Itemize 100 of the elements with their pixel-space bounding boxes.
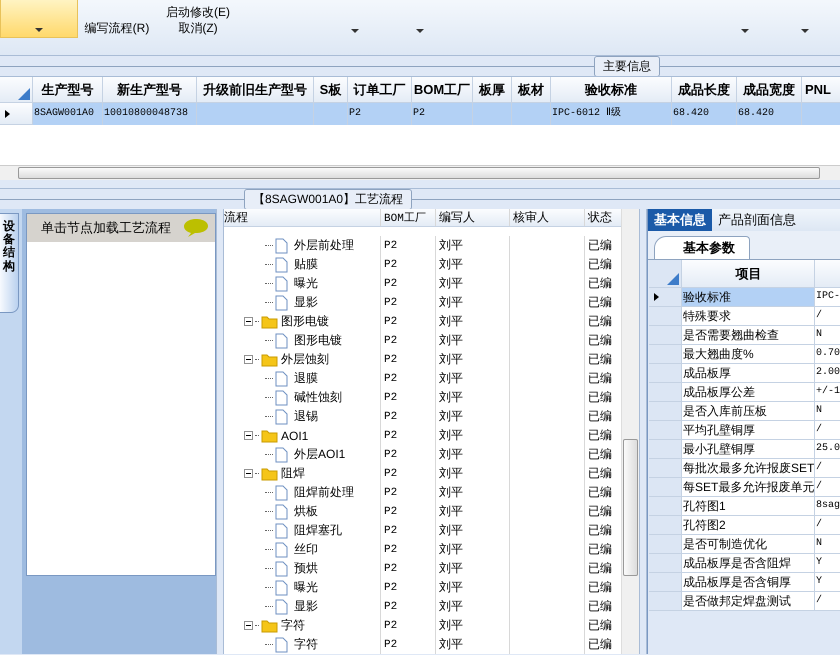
column-header[interactable]: 编写人 [436,209,510,226]
tree-node[interactable]: 图形电镀 [294,332,342,349]
tree-node[interactable]: 曝光 [294,275,318,292]
toolbar-button[interactable]: 启动修改(E) 取消(Z) [156,0,240,38]
document-icon [275,598,288,614]
table-cell: 68.420 [738,108,774,119]
table-cell: 刘平 [439,598,463,615]
tree-node[interactable]: 显影 [294,598,318,615]
vertical-scrollbar[interactable] [621,209,639,654]
toolbar-button[interactable]: 编写流程(R) [78,0,156,38]
table-cell: 已编 [588,275,612,292]
tree-node[interactable]: 外层前处理 [294,237,354,254]
tree-node[interactable]: AOI1 [281,428,308,442]
table-cell: 刘平 [439,617,463,634]
table-cell: 孔符图1 [683,499,726,513]
table-cell: 成品板厚 [683,366,731,380]
column-header[interactable]: BOM工厂 [412,77,473,103]
table-cell: 已编 [588,598,612,615]
side-tab[interactable]: 设备结构 [0,213,19,313]
document-icon [275,294,288,310]
table-cell: P2 [384,524,398,536]
tree-node[interactable]: 退膜 [294,370,318,387]
horizontal-scrollbar[interactable] [0,165,840,180]
tab[interactable]: 基本信息 [648,209,712,231]
tab[interactable]: 产品剖面信息 [712,209,802,231]
table-row[interactable]: 8SAGW001A0 10010800048738 P2 P2 IPC-6012 Ⅱ级 68.420 68.420 [0,103,840,125]
tree-node[interactable]: 字符 [294,636,318,653]
tab[interactable]: 基本参数 [654,236,750,259]
speech-bubble-icon [183,218,209,238]
column-header[interactable]: 板材 [512,77,551,103]
tree-node[interactable]: 丝印 [294,541,318,558]
table-cell: P2 [384,562,398,574]
column-header[interactable]: 成品宽度 [737,77,802,103]
tree-node[interactable]: 退锡 [294,408,318,425]
table-cell: P2 [384,430,398,442]
collapse-toggle[interactable] [244,355,253,364]
column-header[interactable]: 成品长度 [672,77,737,103]
column-header[interactable]: 新生产型号 [103,77,197,103]
collapse-toggle[interactable] [244,431,253,440]
column-header[interactable]: 验收标准 [551,77,672,103]
table-cell: 已编 [588,560,612,577]
table-cell: P2 [384,582,398,594]
column-header[interactable]: 板厚 [473,77,512,103]
tree-node[interactable]: 字符 [281,617,305,634]
column-header[interactable]: PNL [802,77,840,103]
table-cell: +/-1 [816,386,840,397]
tree-node[interactable]: 烘板 [294,503,318,520]
table-cell: 已编 [588,294,612,311]
table-cell: 最小孔壁铜厚 [683,442,755,456]
table-cell: P2 [384,372,398,384]
column-header[interactable]: 状态 [585,209,621,226]
column-header[interactable]: S板 [314,77,348,103]
tree-node[interactable]: 阻焊塞孔 [294,522,342,539]
tree-node[interactable]: 阻焊 [281,465,305,482]
row-header[interactable] [0,103,33,125]
table-cell: IPC- [816,291,840,302]
dropdown-button[interactable] [0,0,78,38]
table-cell: 已编 [588,617,612,634]
folder-icon [261,466,278,480]
tree-node[interactable]: 外层AOI1 [294,446,346,463]
tree-node[interactable]: 阻焊前处理 [294,484,354,501]
table-cell: P2 [384,316,398,328]
column-header[interactable]: 生产型号 [33,77,103,103]
column-header[interactable]: 升级前旧生产型号 [197,77,314,103]
collapse-toggle[interactable] [244,317,253,326]
table-cell: 刘平 [439,313,463,330]
column-header[interactable]: BOM工厂 [381,209,436,226]
table-cell: 已编 [588,427,612,444]
column-header[interactable]: 流程 [224,209,381,226]
tree-node[interactable]: 碱性蚀刻 [294,389,342,406]
table-cell: P2 [384,638,398,650]
row-header[interactable] [649,288,682,307]
table-cell: 每批次最多允许报废SET [683,461,814,475]
tree-node[interactable]: 曝光 [294,579,318,596]
section-title: 【8SAGW001A0】工艺流程 [244,189,412,210]
column-header[interactable]: 核审人 [510,209,585,226]
tree-node[interactable]: 预烘 [294,560,318,577]
tree-node[interactable]: 图形电镀 [281,313,329,330]
table-cell: 刘平 [439,560,463,577]
table-cell: 刘平 [439,522,463,539]
table-cell: 刘平 [439,427,463,444]
table-cell: / [816,462,822,473]
column-header[interactable]: 订单工厂 [348,77,412,103]
tree-node[interactable]: 贴膜 [294,256,318,273]
collapse-toggle[interactable] [244,621,253,630]
table-cell: 验收标准 [683,290,731,304]
column-header[interactable]: 项目 [682,260,815,288]
table-cell: 已编 [588,465,612,482]
table-cell: 0.70 [816,348,840,359]
table-cell: P2 [349,108,362,119]
tree-node[interactable]: 显影 [294,294,318,311]
folder-icon [261,352,278,366]
table-cell: 刘平 [439,332,463,349]
collapse-toggle[interactable] [244,469,253,478]
table-cell: 平均孔壁铜厚 [683,423,755,437]
corner-header[interactable] [0,77,33,103]
table-cell: P2 [413,108,426,119]
document-icon [275,560,288,576]
table-cell: / [816,424,822,435]
tree-node[interactable]: 外层蚀刻 [281,351,329,368]
